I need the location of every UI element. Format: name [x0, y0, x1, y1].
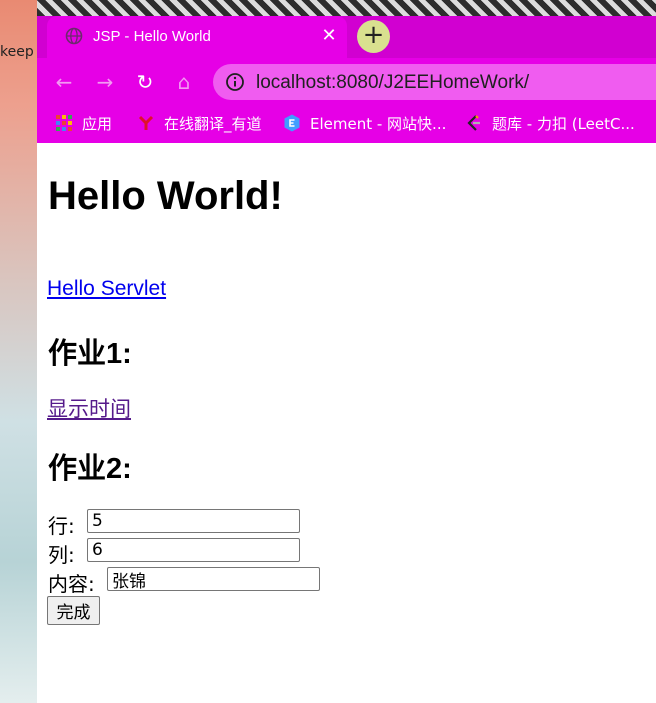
forward-button[interactable]: → — [91, 68, 119, 96]
content-label: 内容: — [48, 572, 95, 596]
home-button[interactable]: ⌂ — [170, 68, 198, 96]
page-content: Hello World! Hello Servlet 作业1: 显示时间 作业2… — [37, 143, 656, 703]
youdao-icon — [138, 115, 154, 130]
bookmark-youdao[interactable]: 在线翻译_有道 — [137, 112, 262, 134]
bookmark-apps[interactable]: 应用 — [55, 112, 112, 134]
leetcode-icon — [467, 115, 480, 131]
tab-jsp-hello-world[interactable]: JSP - Hello World ✕ — [47, 16, 347, 58]
bookmark-element[interactable]: Element - 网站快... — [283, 112, 446, 134]
hw1-heading: 作业1: — [48, 338, 132, 370]
desktop-wallpaper — [0, 0, 37, 703]
desktop-icon-label[interactable]: keep — [0, 44, 34, 60]
hello-servlet-link[interactable]: Hello Servlet — [47, 277, 166, 301]
url-text: localhost:8080/J2EEHomeWork/ — [256, 72, 530, 93]
desktop-wallpaper-top — [37, 0, 656, 16]
element-icon — [284, 114, 300, 132]
content-input[interactable] — [107, 567, 320, 591]
new-tab-button[interactable]: + — [357, 20, 390, 53]
tab-title: JSP - Hello World — [93, 28, 211, 45]
address-bar[interactable]: localhost:8080/J2EEHomeWork/ — [213, 64, 656, 100]
globe-icon — [65, 27, 83, 45]
info-icon[interactable] — [225, 72, 245, 92]
rows-label: 行: — [48, 514, 75, 538]
cols-input[interactable] — [87, 538, 300, 562]
bookmark-label: 在线翻译_有道 — [164, 114, 262, 133]
cols-label: 列: — [48, 543, 75, 567]
submit-button[interactable]: 完成 — [47, 596, 100, 625]
bookmark-leetcode[interactable]: 题库 - 力扣 (LeetC... — [465, 112, 635, 134]
show-time-link[interactable]: 显示时间 — [47, 393, 131, 423]
apps-grid-icon — [56, 115, 72, 131]
back-button[interactable]: ← — [50, 68, 78, 96]
bookmark-label: 题库 - 力扣 (LeetC... — [492, 114, 635, 133]
reload-button[interactable]: ↻ — [131, 68, 159, 96]
rows-input[interactable] — [87, 509, 300, 533]
page-title: Hello World! — [48, 174, 283, 218]
bookmark-label: Element - 网站快... — [310, 114, 447, 133]
hw2-heading: 作业2: — [48, 453, 132, 485]
browser-chrome: JSP - Hello World ✕ + ← → ↻ ⌂ localhost:… — [37, 16, 656, 143]
bookmark-label: 应用 — [82, 114, 113, 133]
close-tab-icon[interactable]: ✕ — [317, 24, 341, 48]
